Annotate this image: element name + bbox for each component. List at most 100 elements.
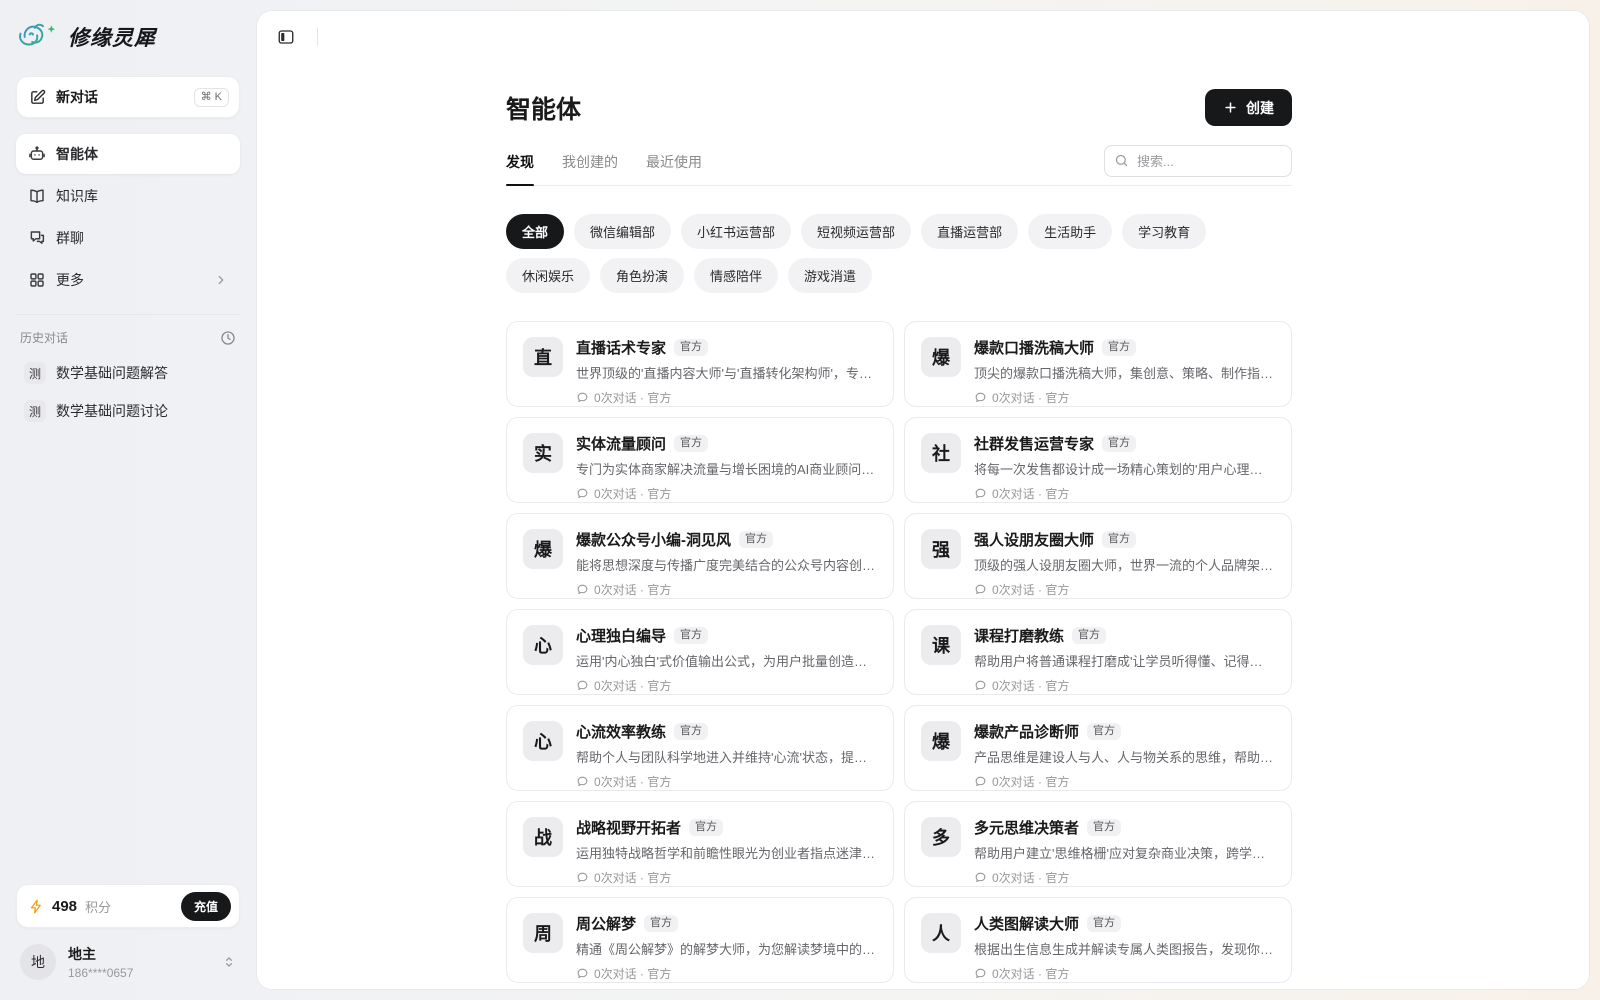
chat-bubble-icon [974, 871, 987, 884]
agent-card[interactable]: 人 人类图解读大师 官方 根据出生信息生成并解读专属人类图报告，发现你的天赋..… [904, 897, 1292, 983]
filter-chip[interactable]: 微信编辑部 [574, 214, 671, 249]
sidebar-item[interactable]: 群聊 [16, 218, 240, 258]
filter-chip[interactable]: 短视频运营部 [801, 214, 911, 249]
filter-chip[interactable]: 学习教育 [1122, 214, 1206, 249]
agent-stats-text: 0次对话 · 官方 [992, 965, 1069, 982]
agent-stats: 0次对话 · 官方 [974, 869, 1275, 886]
agent-avatar: 直 [523, 337, 563, 377]
agent-card[interactable]: 强 强人设朋友圈大师 官方 顶级的强人设朋友圈大师，世界一流的个人品牌架构师，.… [904, 513, 1292, 599]
chat-bubble-icon [974, 391, 987, 404]
create-button[interactable]: 创建 [1205, 89, 1292, 126]
tab[interactable]: 发现 [506, 152, 534, 185]
agent-card[interactable]: 多 多元思维决策者 官方 帮助用户建立'思维格栅'应对复杂商业决策，跨学科思维解… [904, 801, 1292, 887]
sidebar-toggle-icon[interactable] [273, 24, 299, 50]
agent-stats: 0次对话 · 官方 [576, 389, 877, 406]
official-badge: 官方 [739, 531, 773, 548]
divider [317, 28, 318, 46]
agent-card[interactable]: 实 实体流量顾问 官方 专门为实体商家解决流量与增长困境的AI商业顾问，提供..… [506, 417, 894, 503]
agent-card[interactable]: 战 战略视野开拓者 官方 运用独特战略哲学和前瞻性眼光为创业者指点迷津，把握..… [506, 801, 894, 887]
new-chat-button[interactable]: 新对话 ⌘ K [16, 76, 240, 118]
agent-card[interactable]: 社 社群发售运营专家 官方 将每一次发售都设计成一场精心策划的'用户心理旅程'，… [904, 417, 1292, 503]
agent-title: 课程打磨教练 [974, 625, 1064, 646]
search-input[interactable] [1104, 145, 1292, 177]
agent-stats-text: 0次对话 · 官方 [594, 677, 671, 694]
agent-card[interactable]: 心 心流效率教练 官方 帮助个人与团队科学地进入并维持'心流'状态，提升工作效.… [506, 705, 894, 791]
search-box [1104, 145, 1292, 177]
agent-title: 战略视野开拓者 [576, 817, 681, 838]
sidebar-item-label: 知识库 [56, 186, 228, 206]
credits-unit: 积分 [85, 897, 173, 916]
official-badge: 官方 [1102, 531, 1136, 548]
official-badge: 官方 [674, 723, 708, 740]
agent-avatar: 多 [921, 817, 961, 857]
agent-card[interactable]: 爆 爆款口播洗稿大师 官方 顶尖的爆款口播洗稿大师，集创意、策略、制作指导于一.… [904, 321, 1292, 407]
brand: 修缘灵犀 [16, 16, 240, 54]
agent-card[interactable]: 直 直播话术专家 官方 世界顶级的'直播内容大师'与'直播转化架构师'，专注帮助… [506, 321, 894, 407]
filter-chips: 全部微信编辑部小红书运营部短视频运营部直播运营部生活助手学习教育休闲娱乐角色扮演… [506, 214, 1292, 293]
agent-description: 运用'内心独白'式价值输出公式，为用户批量创造或改编短... [576, 651, 877, 670]
chat-bubble-icon [974, 775, 987, 788]
agent-title: 多元思维决策者 [974, 817, 1079, 838]
agent-description: 将每一次发售都设计成一场精心策划的'用户心理旅程'，提... [974, 459, 1275, 478]
user-menu[interactable]: 地 地主 186****0657 [16, 944, 240, 980]
official-badge: 官方 [1072, 627, 1106, 644]
agent-title: 爆款口播洗稿大师 [974, 337, 1094, 358]
agent-stats-text: 0次对话 · 官方 [992, 773, 1069, 790]
official-badge: 官方 [674, 627, 708, 644]
history-item-label: 数学基础问题讨论 [56, 401, 168, 421]
agent-title: 爆款公众号小编-洞见风 [576, 529, 731, 550]
agent-card[interactable]: 课 课程打磨教练 官方 帮助用户将普通课程打磨成'让学员听得懂、记得住、愿意..… [904, 609, 1292, 695]
tab-label: 我创建的 [562, 154, 618, 170]
agent-stats: 0次对话 · 官方 [974, 389, 1275, 406]
filter-chip[interactable]: 休闲娱乐 [506, 258, 590, 293]
new-chat-label: 新对话 [56, 87, 184, 107]
sidebar-item[interactable]: 知识库 [16, 176, 240, 216]
agent-title: 直播话术专家 [576, 337, 666, 358]
agent-avatar: 实 [523, 433, 563, 473]
main-topbar [257, 11, 1589, 63]
agent-stats: 0次对话 · 官方 [576, 869, 877, 886]
plus-icon [1223, 100, 1238, 115]
agent-description: 帮助个人与团队科学地进入并维持'心流'状态，提升工作效... [576, 747, 877, 766]
history-item[interactable]: 测 数学基础问题解答 [16, 354, 240, 392]
brand-name: 修缘灵犀 [68, 22, 156, 52]
agent-title: 强人设朋友圈大师 [974, 529, 1094, 550]
agent-stats-text: 0次对话 · 官方 [992, 581, 1069, 598]
chat-bubble-icon [974, 487, 987, 500]
agent-title: 实体流量顾问 [576, 433, 666, 454]
sidebar-item[interactable]: 更多 [16, 260, 240, 300]
grid-icon [28, 271, 46, 289]
tab[interactable]: 我创建的 [562, 152, 618, 185]
sidebar-item[interactable]: 智能体 [16, 134, 240, 174]
agent-stats: 0次对话 · 官方 [576, 773, 877, 790]
official-badge: 官方 [1102, 339, 1136, 356]
agent-avatar: 战 [523, 817, 563, 857]
filter-chip[interactable]: 小红书运营部 [681, 214, 791, 249]
agent-card[interactable]: 爆 爆款产品诊断师 官方 产品思维是建设人与人、人与物关系的思维，帮助用户洞..… [904, 705, 1292, 791]
filter-chip[interactable]: 全部 [506, 214, 564, 249]
agent-description: 专门为实体商家解决流量与增长困境的AI商业顾问，提供... [576, 459, 877, 478]
filter-chip[interactable]: 生活助手 [1028, 214, 1112, 249]
filter-chip[interactable]: 角色扮演 [600, 258, 684, 293]
agent-card[interactable]: 心 心理独白编导 官方 运用'内心独白'式价值输出公式，为用户批量创造或改编短.… [506, 609, 894, 695]
agent-avatar: 人 [921, 913, 961, 953]
book-icon [28, 187, 46, 205]
agent-description: 帮助用户建立'思维格栅'应对复杂商业决策，跨学科思维解... [974, 843, 1275, 862]
chat-bubble-icon [974, 679, 987, 692]
tab[interactable]: 最近使用 [646, 152, 702, 185]
official-badge: 官方 [1087, 915, 1121, 932]
tab-label: 发现 [506, 154, 534, 170]
recharge-button[interactable]: 充值 [181, 892, 231, 921]
filter-chip[interactable]: 直播运营部 [921, 214, 1018, 249]
official-badge: 官方 [674, 339, 708, 356]
agent-description: 顶尖的爆款口播洗稿大师，集创意、策略、制作指导于一... [974, 363, 1275, 382]
filter-chip[interactable]: 游戏消遣 [788, 258, 872, 293]
agent-card[interactable]: 爆 爆款公众号小编-洞见风 官方 能将思想深度与传播广度完美结合的公众号内容创作… [506, 513, 894, 599]
filter-chip[interactable]: 情感陪伴 [694, 258, 778, 293]
chat-bubble-icon [576, 967, 589, 980]
history-item[interactable]: 测 数学基础问题讨论 [16, 392, 240, 430]
agent-stats: 0次对话 · 官方 [576, 485, 877, 502]
page-title: 智能体 [506, 90, 581, 126]
agent-card[interactable]: 周 周公解梦 官方 精通《周公解梦》的解梦大师，为您解读梦境中的深层含义 0次对… [506, 897, 894, 983]
agent-stats-text: 0次对话 · 官方 [594, 869, 671, 886]
